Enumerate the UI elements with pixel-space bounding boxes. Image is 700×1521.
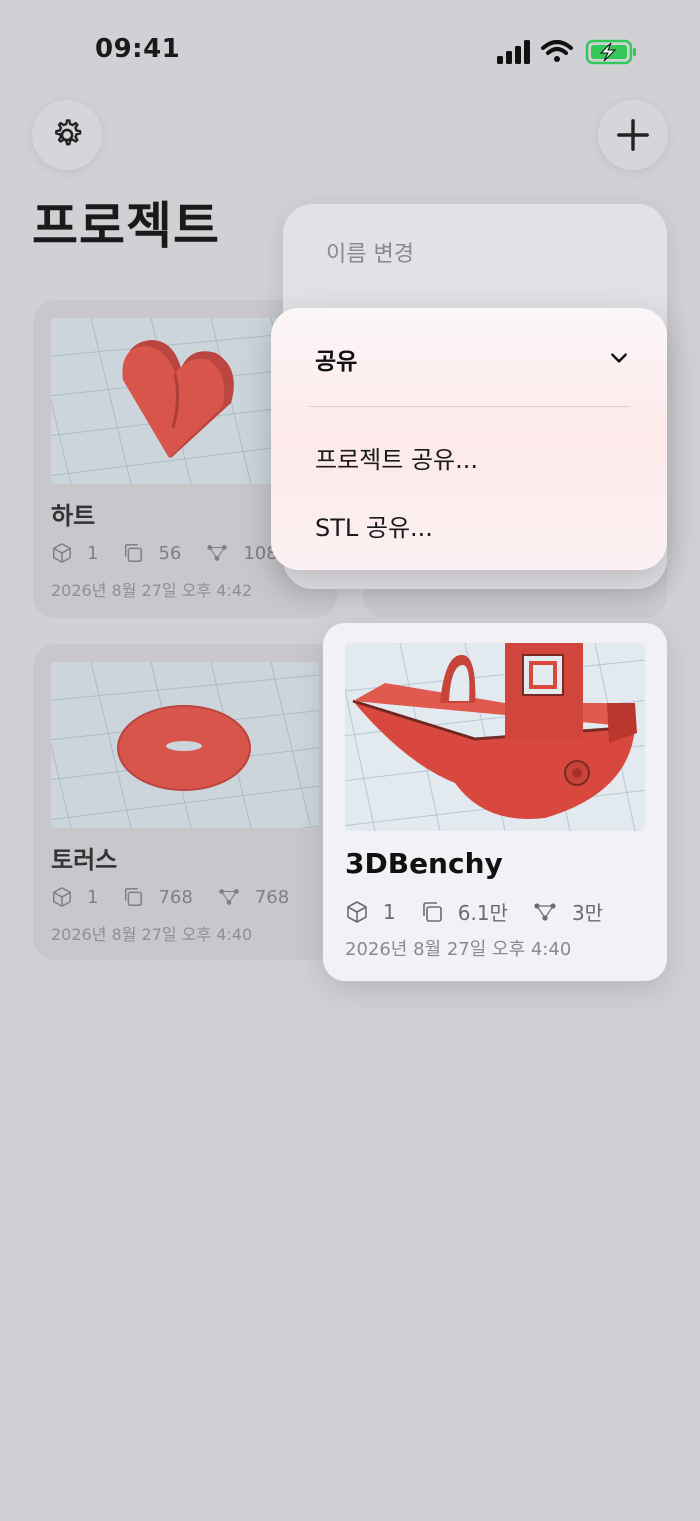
faces-icon	[122, 886, 144, 908]
status-bar: 09:41	[0, 0, 700, 100]
gear-icon	[55, 119, 82, 146]
project-date: 2026년 8월 27일 오후 4:40	[51, 925, 253, 944]
project-stats: 1 768 768	[51, 886, 313, 908]
wifi-icon	[541, 40, 573, 62]
faces-icon	[420, 900, 444, 924]
project-name: 토러스	[51, 846, 118, 874]
page-title: 프로젝트	[32, 197, 220, 255]
vertices-icon	[205, 542, 229, 564]
project-name: 하트	[51, 502, 96, 530]
project-card-benchy[interactable]: 3DBenchy 1 6.1만 3만 2026년 8월 27일 오후 4:40	[323, 623, 667, 981]
project-card-torus[interactable]: 토러스 1 768 768 2026년 8월 27일 오후 4:40	[33, 644, 337, 960]
project-thumbnail	[345, 643, 645, 831]
faces-icon	[122, 542, 144, 564]
menu-divider	[309, 406, 629, 407]
vertices-icon	[217, 886, 241, 908]
battery-icon	[585, 39, 636, 65]
body-icon	[51, 886, 73, 908]
menu-item-share-project[interactable]: 프로젝트 공유...	[315, 440, 478, 475]
settings-button[interactable]	[32, 100, 102, 170]
body-icon	[51, 542, 73, 564]
submenu-title[interactable]: 공유	[315, 342, 357, 376]
project-thumbnail	[51, 662, 319, 828]
menu-item-share-stl[interactable]: STL 공유...	[315, 508, 433, 543]
project-date: 2026년 8월 27일 오후 4:40	[345, 939, 572, 960]
plus-icon	[617, 119, 649, 151]
status-icons	[497, 39, 636, 65]
share-submenu: 공유 프로젝트 공유... STL 공유...	[271, 308, 667, 570]
status-time: 09:41	[95, 34, 181, 64]
project-stats: 1 6.1만 3만	[345, 897, 627, 926]
vertices-icon	[532, 900, 558, 924]
project-date: 2026년 8월 27일 오후 4:42	[51, 581, 253, 600]
body-icon	[345, 900, 369, 924]
signal-icon	[497, 40, 530, 64]
chevron-down-icon[interactable]	[609, 348, 629, 368]
menu-item-rename[interactable]: 이름 변경	[326, 236, 414, 268]
project-name: 3DBenchy	[345, 847, 503, 880]
project-stats: 1 56 108	[51, 542, 302, 564]
add-project-button[interactable]	[598, 100, 668, 170]
